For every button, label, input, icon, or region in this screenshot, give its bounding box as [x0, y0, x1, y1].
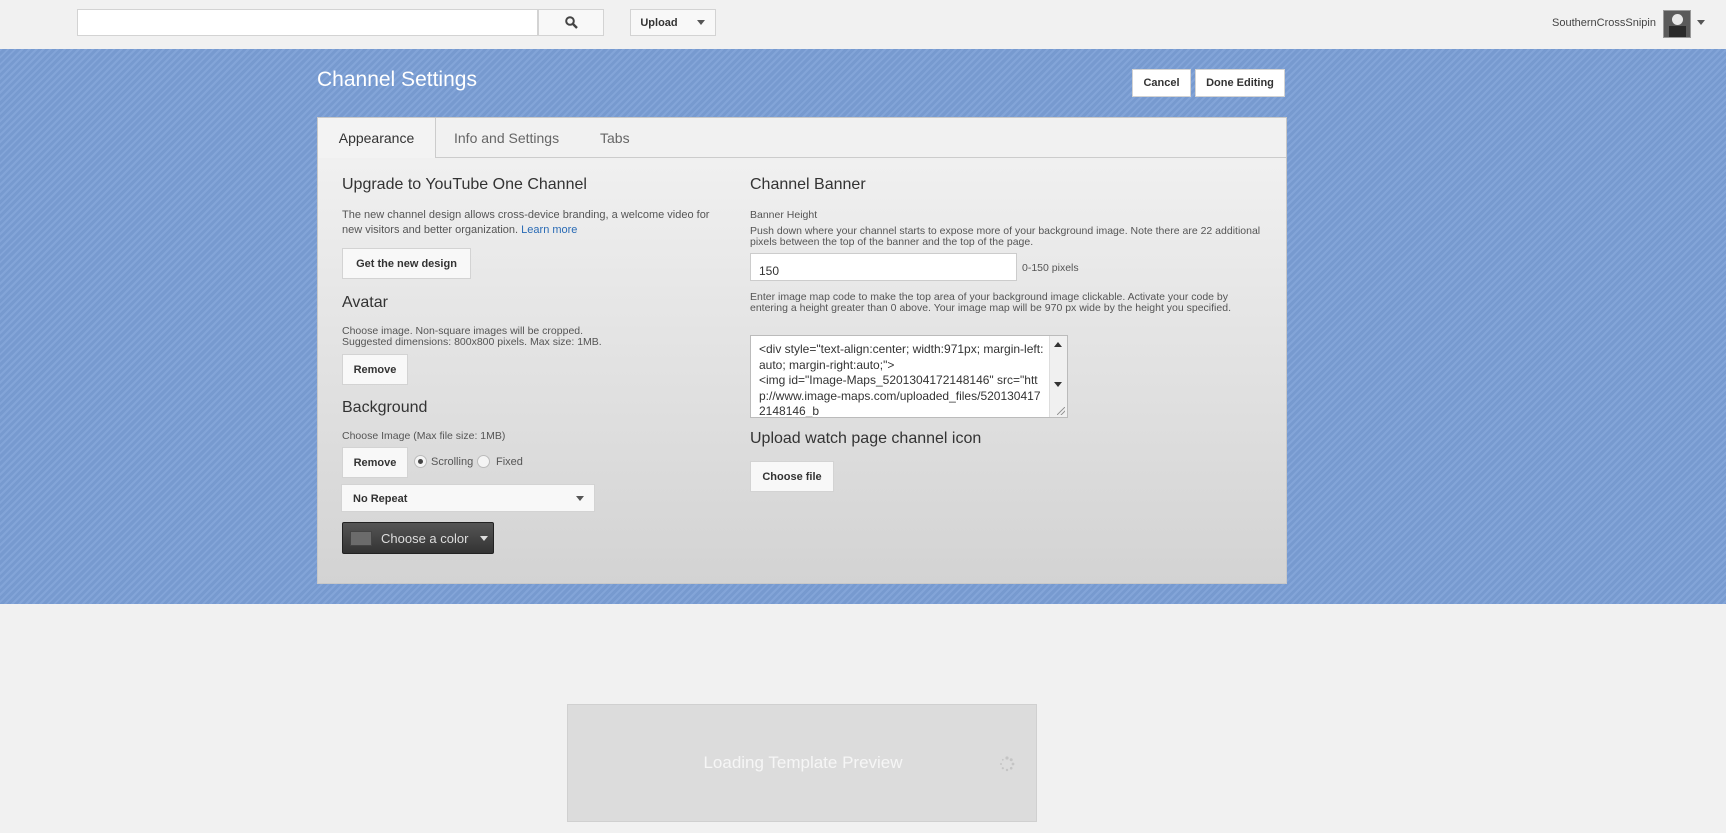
chevron-down-icon [576, 496, 584, 501]
upload-button[interactable]: Upload [630, 9, 688, 36]
background-remove-button[interactable]: Remove [342, 447, 408, 478]
tab-tabs[interactable]: Tabs [600, 118, 630, 158]
spinner-icon [1000, 756, 1015, 772]
textarea-scrollbar[interactable] [1049, 336, 1067, 417]
resize-handle-icon[interactable] [1057, 407, 1065, 415]
scrolling-radio[interactable] [414, 455, 427, 468]
banner-height-label: Banner Height [750, 209, 818, 221]
get-new-design-button[interactable]: Get the new design [342, 248, 471, 279]
banner-height-range: 0-150 pixels [1022, 262, 1079, 274]
scroll-down-icon[interactable] [1054, 382, 1062, 387]
cancel-button[interactable]: Cancel [1132, 69, 1191, 97]
loading-text: Loading Template Preview [703, 753, 903, 772]
page-title: Channel Settings [317, 68, 477, 91]
chevron-down-icon [697, 20, 705, 25]
color-swatch [350, 531, 372, 546]
avatar-heading: Avatar [342, 294, 388, 311]
avatar-remove-button[interactable]: Remove [342, 354, 408, 385]
choose-color-label: Choose a color [381, 531, 469, 546]
upload-menu-button[interactable] [687, 9, 716, 36]
upgrade-heading: Upgrade to YouTube One Channel [342, 176, 587, 193]
watch-icon-heading: Upload watch page channel icon [750, 430, 982, 447]
background-heading: Background [342, 399, 428, 416]
upgrade-description: The new channel design allows cross-devi… [342, 209, 710, 236]
image-map-code: <div style="text-align:center; width:971… [759, 342, 1044, 418]
avatar-desc-line2: Suggested dimensions: 800x800 pixels. Ma… [342, 336, 602, 348]
image-map-code-textarea[interactable]: <div style="text-align:center; width:971… [750, 335, 1068, 418]
account-menu-chevron-icon[interactable] [1697, 20, 1705, 25]
fixed-radio[interactable] [477, 455, 490, 468]
scrolling-label: Scrolling [431, 456, 474, 468]
scroll-up-icon[interactable] [1054, 342, 1062, 347]
search-icon [564, 16, 578, 29]
done-editing-button[interactable]: Done Editing [1195, 69, 1285, 97]
tab-appearance[interactable]: Appearance [318, 118, 436, 158]
channel-banner-heading: Channel Banner [750, 176, 866, 193]
search-button[interactable] [538, 9, 604, 36]
masthead: Upload SouthernCrossSnipin [0, 0, 1726, 48]
image-map-desc: Enter image map code to make the top are… [750, 291, 1231, 314]
repeat-value: No Repeat [353, 493, 408, 505]
tab-bar: Appearance Info and Settings Tabs [318, 118, 1286, 158]
choose-file-button[interactable]: Choose file [750, 461, 834, 492]
chevron-down-icon [480, 536, 488, 541]
search-input[interactable] [77, 9, 538, 36]
tab-info-and-settings[interactable]: Info and Settings [454, 118, 559, 158]
choose-color-button[interactable]: Choose a color [342, 522, 494, 554]
learn-more-link[interactable]: Learn more [521, 224, 577, 236]
background-desc: Choose Image (Max file size: 1MB) [342, 430, 506, 442]
avatar[interactable] [1663, 10, 1691, 38]
banner-height-desc: Push down where your channel starts to e… [750, 225, 1261, 248]
banner-height-input[interactable] [750, 253, 1017, 281]
fixed-label: Fixed [496, 456, 523, 468]
username-link[interactable]: SouthernCrossSnipin [1552, 17, 1656, 29]
template-preview-loading: Loading Template Preview [567, 704, 1037, 822]
background-repeat-select[interactable]: No Repeat [341, 484, 595, 512]
